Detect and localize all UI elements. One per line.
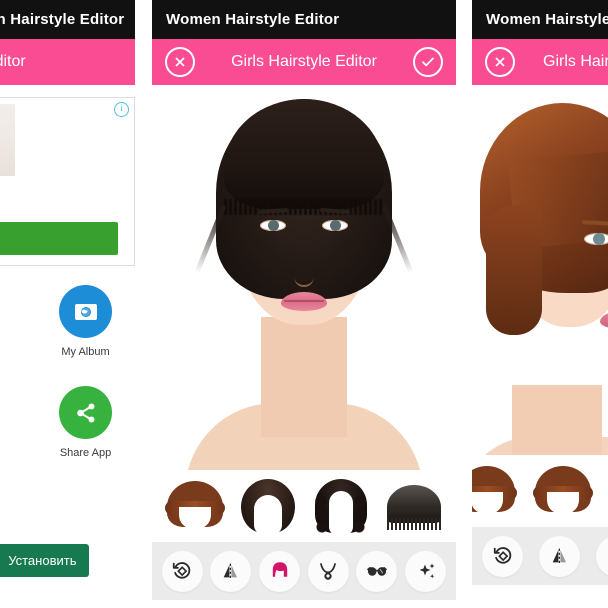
ad-caption-placeholder — [0, 165, 2, 172]
tool-label-my-album: My Album — [61, 346, 110, 358]
right-portrait-hair-side — [486, 205, 542, 335]
tool-cell-partial-purple[interactable]: s — [0, 386, 36, 459]
portrait-eye-right — [322, 220, 348, 231]
banner-install-button[interactable]: Установить — [0, 543, 90, 577]
photo-album-icon[interactable] — [59, 285, 112, 338]
hairstyle-thumb-black-curly[interactable] — [310, 475, 372, 537]
tool-cell-my-album[interactable]: My Album — [36, 285, 135, 358]
advertisement-card[interactable]: i ТЬ — [0, 97, 135, 266]
wig-preview-icon — [386, 485, 441, 530]
screenshot-stage: Women Hairstyle Editor yle Editor i ТЬ — [0, 0, 608, 608]
left-body: i ТЬ — [0, 85, 135, 608]
tool-cell-partial-yellow[interactable] — [0, 285, 36, 358]
photo-canvas[interactable] — [152, 85, 456, 470]
close-circle-icon[interactable] — [165, 47, 195, 77]
phone-panel-left: Women Hairstyle Editor yle Editor i ТЬ — [0, 0, 135, 608]
hairstyle-thumb-auburn-bob[interactable] — [532, 460, 594, 522]
left-tool-grid: My Album s — [0, 285, 135, 459]
wig-preview-icon — [240, 479, 295, 535]
ad-install-button[interactable]: ТЬ — [0, 222, 118, 255]
mid-footer-space — [152, 600, 456, 608]
bottom-banner-ad[interactable]: тиции Установить — [0, 534, 135, 586]
wig-preview-icon — [312, 479, 369, 535]
right-photo-canvas[interactable] — [472, 85, 608, 455]
necklace-icon[interactable] — [307, 550, 349, 592]
tool-label-share-app: Share App — [59, 447, 112, 459]
ad-thumbnail-image — [0, 104, 15, 176]
portrait-hair-fringe — [224, 99, 384, 209]
tool-cell-share-app[interactable]: Share App — [36, 386, 135, 459]
portrait-preview-image — [152, 85, 456, 470]
hairstyle-icon[interactable] — [259, 550, 301, 592]
mid-app-bar: Girls Hairstyle Editor — [152, 39, 456, 85]
wig-preview-icon — [164, 481, 225, 529]
close-circle-icon[interactable] — [485, 47, 515, 77]
phone-panel-right: Women Hairstyle Editor Girls Hair — [472, 0, 608, 608]
mid-app-title: Women Hairstyle Editor — [166, 11, 340, 28]
portrait-lips — [281, 292, 327, 311]
portrait-neck — [261, 317, 347, 437]
left-app-title: Women Hairstyle Editor — [0, 11, 125, 28]
right-bar-title: Girls Hair — [543, 53, 608, 70]
right-portrait-preview-image — [472, 85, 608, 455]
hairstyle-thumb-dark-long[interactable] — [237, 475, 299, 537]
flip-mirror-icon[interactable] — [210, 550, 252, 592]
portrait-eye-left — [260, 220, 286, 231]
tool-row-2: s Share App — [0, 386, 135, 459]
ad-info-icon[interactable]: i — [114, 102, 129, 117]
right-editor-toolbar[interactable] — [472, 527, 608, 585]
sunglasses-icon[interactable] — [356, 550, 398, 592]
hairstyle-thumb-auburn-side[interactable] — [472, 460, 518, 522]
right-portrait-eye — [584, 233, 608, 245]
mid-status-bar: Women Hairstyle Editor — [152, 0, 456, 39]
mid-bar-title: Girls Hairstyle Editor — [231, 53, 377, 70]
tool-row-1: My Album — [0, 285, 135, 358]
left-app-bar: yle Editor — [0, 39, 135, 85]
right-portrait-neck — [512, 385, 602, 455]
wig-preview-icon — [533, 466, 593, 514]
hairstyle-thumb-grey-fringe[interactable] — [383, 475, 445, 537]
hairstyle-thumbnail-strip[interactable] — [152, 470, 456, 542]
wig-preview-icon — [472, 466, 517, 514]
share-icon[interactable] — [59, 386, 112, 439]
hairstyle-thumb-auburn-bob[interactable] — [164, 475, 226, 537]
phone-panel-middle: Women Hairstyle Editor Girls Hairstyle E… — [152, 0, 456, 608]
effects-sparkle-icon[interactable] — [405, 550, 447, 592]
left-bar-title: yle Editor — [0, 53, 26, 70]
right-hairstyle-thumbnail-strip[interactable] — [472, 455, 608, 527]
check-circle-icon[interactable] — [413, 47, 443, 77]
portrait-nose — [294, 261, 314, 287]
hairstyle-icon[interactable] — [596, 535, 608, 577]
right-app-title: Women Hairstyle Editor — [486, 11, 608, 28]
right-app-bar: Girls Hair — [472, 39, 608, 85]
editor-toolbar[interactable] — [152, 542, 456, 600]
left-status-bar: Women Hairstyle Editor — [0, 0, 135, 39]
flip-mirror-icon[interactable] — [539, 535, 580, 577]
reset-rotate-icon[interactable] — [482, 535, 523, 577]
right-status-bar: Women Hairstyle Editor — [472, 0, 608, 39]
reset-rotate-icon[interactable] — [161, 550, 203, 592]
